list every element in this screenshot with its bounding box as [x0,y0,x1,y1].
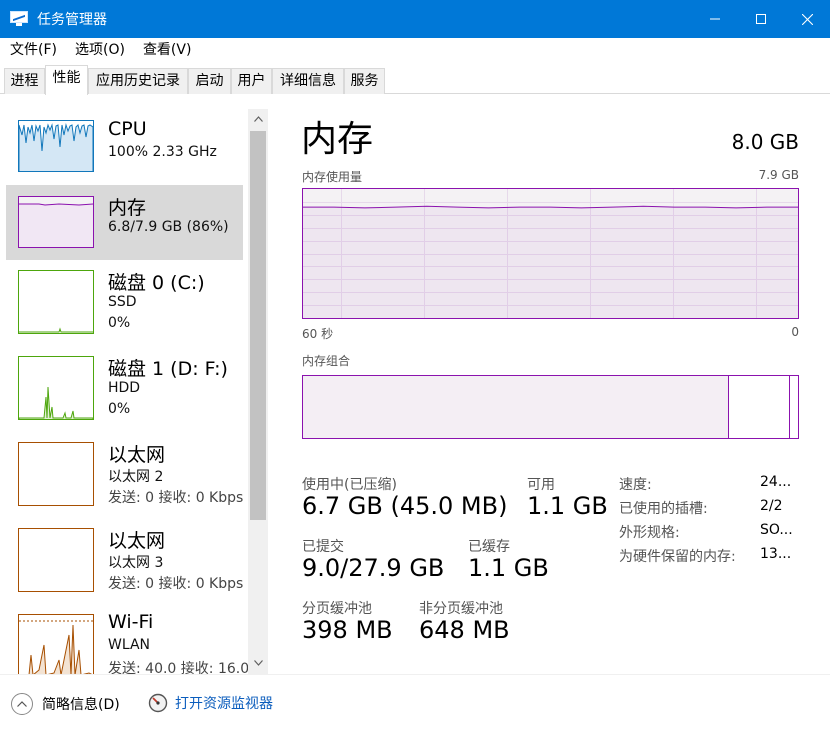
maximize-icon [756,14,766,24]
sidebar-item-adapter: 以太网 3 [108,555,164,571]
nonpaged-pool-label: 非分页缓冲池 [419,601,503,617]
tab-startup[interactable]: 启动 [188,68,231,94]
sidebar-item-memory[interactable]: 内存 6.8/7.9 GB (86%) [6,185,243,260]
cpu-thumbnail-graph [18,120,94,172]
available-label: 可用 [527,477,555,493]
title-bar[interactable]: 任务管理器 [0,0,830,38]
sidebar-item-title: 磁盘 1 (D: F:) [108,358,228,380]
usage-area [303,207,798,318]
tab-bar: 进程 性能 应用历史记录 启动 用户 详细信息 服务 [0,64,830,95]
menu-options[interactable]: 选项(O) [66,38,134,63]
menu-view[interactable]: 查看(V) [134,38,201,63]
chevron-up-icon[interactable] [11,693,33,715]
speed-key: 速度: [619,477,652,493]
tab-processes[interactable]: 进程 [4,68,45,94]
sidebar-item-title: CPU [108,118,147,140]
ethernet-3-thumbnail-graph [18,528,94,592]
tab-performance[interactable]: 性能 [45,65,88,95]
sidebar-item-detail: 0% [108,401,131,417]
minimize-button[interactable] [692,0,738,38]
open-resource-monitor-link[interactable]: 打开资源监视器 [148,693,273,713]
total-memory: 8.0 GB [731,130,799,154]
fewer-details-button[interactable]: 简略信息(D) [11,693,120,715]
sidebar-item-detail: 发送: 40.0 接收: 16.0 [108,661,250,674]
hardware-reserved-value: 13... [760,546,792,562]
sidebar-item-disk-1[interactable]: 磁盘 1 (D: F:) HDD 0% [6,346,243,432]
slots-key: 已使用的插槽: [619,501,708,517]
cached-label: 已缓存 [468,539,510,555]
committed-label: 已提交 [302,539,344,555]
sidebar-item-title: 内存 [108,197,147,219]
resource-monitor-icon [148,693,168,713]
form-factor-key: 外形规格: [619,525,680,541]
hardware-reserved-key: 为硬件保留的内存: [619,549,736,565]
sidebar-item-disk-0[interactable]: 磁盘 0 (C:) SSD 0% [6,260,243,346]
composition-in-use[interactable] [303,376,729,438]
sidebar-item-type: SSD [108,294,137,310]
sidebar-item-type: HDD [108,380,141,396]
usage-graph-x-left: 60 秒 [302,327,334,341]
scroll-up-arrow-icon[interactable] [248,109,268,129]
composition-standby[interactable] [730,376,790,438]
slots-value: 2/2 [760,498,783,514]
disk-0-thumbnail-graph [18,270,94,334]
sidebar-item-detail: 100% 2.33 GHz [108,144,217,160]
usage-graph-label: 内存使用量 [302,170,363,184]
page-title: 内存 [301,119,374,160]
maximize-button[interactable] [738,0,784,38]
sidebar-item-detail: 6.8/7.9 GB (86%) [108,219,229,235]
menu-bar: 文件(F) 选项(O) 查看(V) [0,38,830,63]
sidebar-item-detail: 发送: 0 接收: 0 Kbps [108,576,244,592]
in-use-value: 6.7 GB (45.0 MB) [302,492,508,520]
sidebar-item-detail: 0% [108,315,131,331]
in-use-label: 使用中(已压缩) [302,477,397,493]
speed-value: 24... [760,474,792,490]
usage-graph-max: 7.9 GB [758,168,799,182]
menu-file[interactable]: 文件(F) [0,38,66,63]
usage-graph-x-right: 0 [791,325,799,339]
memory-composition-bar[interactable] [302,375,799,439]
ethernet-2-thumbnail-graph [18,442,94,506]
sidebar-item-title: 以太网 [108,444,166,466]
sidebar-item-wifi[interactable]: Wi-Fi WLAN 发送: 40.0 接收: 16.0 [6,604,249,674]
window-title: 任务管理器 [37,12,107,28]
task-manager-icon [10,11,28,27]
fewer-details-label[interactable]: 简略信息(D) [42,694,120,714]
sidebar-item-ethernet-3[interactable]: 以太网 以太网 3 发送: 0 接收: 0 Kbps [6,518,243,604]
paged-pool-label: 分页缓冲池 [302,601,372,617]
form-factor-value: SO... [760,522,793,538]
paged-pool-value: 398 MB [302,616,393,644]
sidebar-item-ethernet-2[interactable]: 以太网 以太网 2 发送: 0 接收: 0 Kbps [6,432,243,518]
sidebar-item-adapter: 以太网 2 [108,469,164,485]
cached-value: 1.1 GB [468,554,549,582]
composition-label: 内存组合 [302,354,351,368]
wifi-thumbnail-graph [18,614,94,674]
scrollbar-thumb[interactable] [250,131,266,520]
tab-details[interactable]: 详细信息 [272,68,344,94]
performance-sidebar: CPU 100% 2.33 GHz 内存 6.8/7.9 GB (86%) 磁盘… [0,94,270,674]
nonpaged-pool-value: 648 MB [419,616,510,644]
tab-users[interactable]: 用户 [231,68,272,94]
sidebar-item-detail: 发送: 0 接收: 0 Kbps [108,490,244,506]
disk-1-thumbnail-graph [18,356,94,420]
tab-services[interactable]: 服务 [344,68,385,94]
sidebar-item-title: 磁盘 0 (C:) [108,272,205,294]
committed-value: 9.0/27.9 GB [302,554,445,582]
sidebar-item-title: 以太网 [108,530,166,552]
tab-app-history[interactable]: 应用历史记录 [88,68,188,94]
sidebar-scrollbar[interactable] [248,109,268,674]
close-button[interactable] [784,0,830,38]
resource-monitor-label[interactable]: 打开资源监视器 [175,693,273,713]
memory-thumbnail-graph [18,196,94,248]
memory-usage-graph [302,188,799,319]
footer-bar: 简略信息(D) 打开资源监视器 [0,674,830,733]
scroll-down-arrow-icon[interactable] [248,653,268,673]
available-value: 1.1 GB [527,492,608,520]
memory-detail-panel: 内存 8.0 GB 内存使用量 7.9 GB 60 秒 0 内存组合 使用中(已… [270,94,830,674]
sidebar-item-adapter: WLAN [108,637,151,653]
sidebar-item-cpu[interactable]: CPU 100% 2.33 GHz [6,110,243,186]
minimize-icon [710,18,720,20]
sidebar-item-title: Wi-Fi [108,611,154,633]
close-icon [801,13,813,25]
